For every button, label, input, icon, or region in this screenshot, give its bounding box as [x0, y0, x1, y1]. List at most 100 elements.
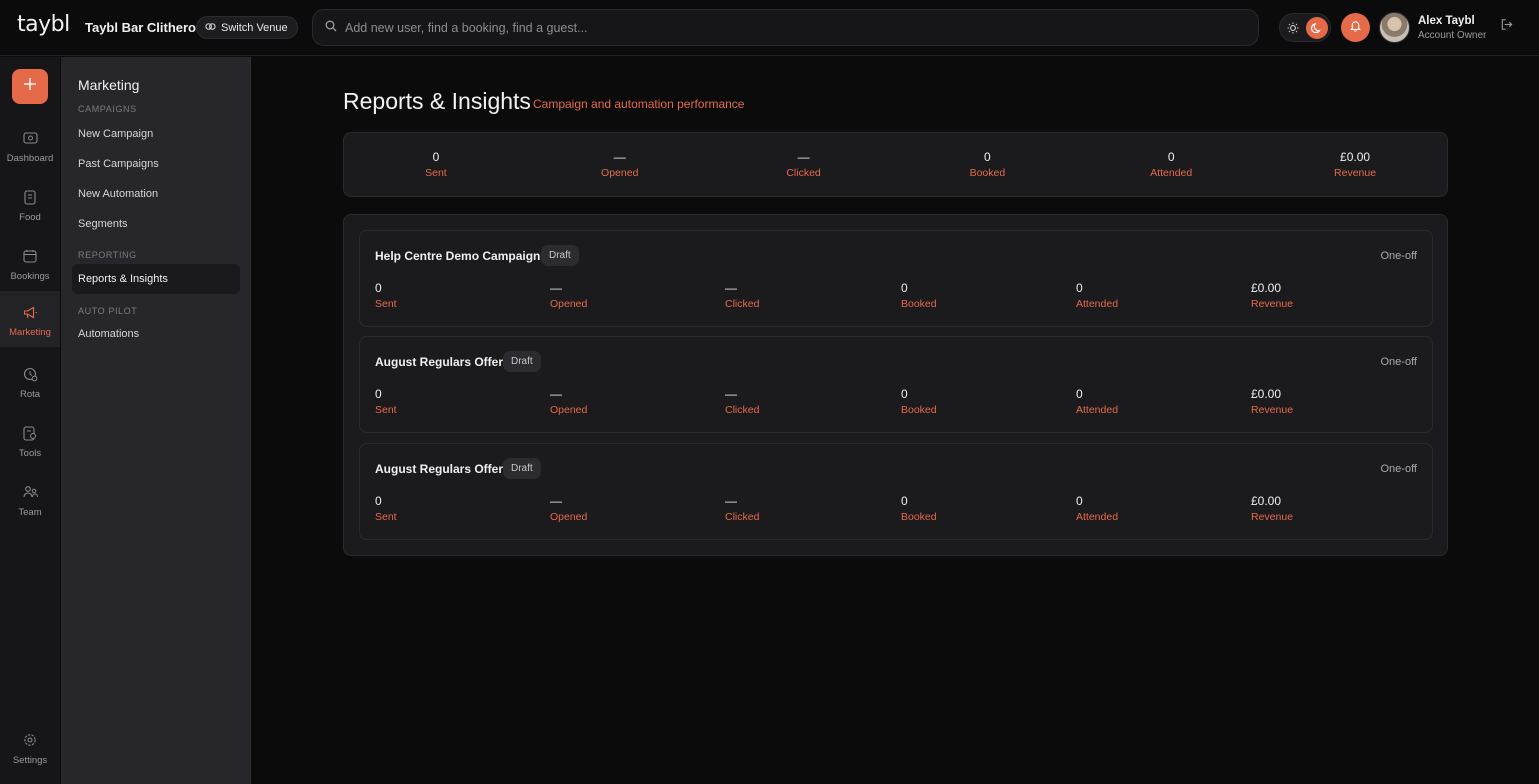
metric-booked: 0 Booked — [901, 281, 937, 310]
logout-button[interactable] — [1497, 18, 1515, 36]
status-badge: Draft — [503, 458, 541, 479]
metric-value: — — [550, 494, 562, 508]
avatar[interactable] — [1379, 12, 1410, 43]
theme-toggle[interactable] — [1279, 13, 1331, 42]
metric-opened: — Opened — [550, 494, 587, 523]
rail-item-tools[interactable]: Tools — [0, 416, 60, 472]
metric-value: £0.00 — [1251, 494, 1282, 508]
stat-label: Revenue — [1334, 167, 1377, 179]
rail-item-settings[interactable]: Settings — [0, 723, 60, 779]
metric-label: Revenue — [1251, 404, 1294, 416]
metric-label: Sent — [375, 298, 397, 310]
metric-value: 0 — [375, 387, 382, 401]
section-heading-campaigns: CAMPAIGNS — [78, 104, 137, 114]
stat-label: Booked — [969, 167, 1006, 179]
rail-item-food[interactable]: Food — [0, 180, 60, 236]
stat-value: — — [613, 150, 626, 164]
campaign-card[interactable]: August Regulars Offer Draft One-off 0 Sen… — [359, 443, 1433, 540]
switch-venue-label: Switch Venue — [221, 21, 288, 34]
metric-attended: 0 Attended — [1076, 387, 1118, 416]
sidebar-item-automations[interactable]: Automations — [78, 328, 139, 340]
metric-sent: 0 Sent — [375, 387, 397, 416]
marketing-sidebar: Marketing CAMPAIGNS New Campaign Past Ca… — [61, 57, 251, 784]
metric-value: 0 — [901, 281, 908, 295]
metric-value: 0 — [901, 494, 908, 508]
metric-clicked: — Clicked — [725, 494, 759, 523]
campaign-type: One-off — [1380, 463, 1418, 475]
summary-stat-clicked: — Clicked — [712, 133, 896, 196]
metric-label: Booked — [901, 404, 937, 416]
rail-item-bookings[interactable]: Bookings — [0, 239, 60, 295]
metric-label: Clicked — [725, 404, 760, 416]
rail-item-marketing[interactable]: Marketing — [0, 291, 60, 347]
create-button[interactable] — [12, 69, 48, 104]
metric-value: £0.00 — [1251, 281, 1282, 295]
summary-stat-booked: 0 Booked — [895, 133, 1079, 196]
sidebar-title: Marketing — [78, 77, 140, 93]
moon-icon[interactable] — [1306, 17, 1328, 39]
campaign-card[interactable]: August Regulars Offer Draft One-off 0 Sen… — [359, 336, 1433, 433]
switch-venue-button[interactable]: Switch Venue — [196, 16, 298, 39]
metric-value: £0.00 — [1251, 387, 1282, 401]
campaign-card[interactable]: Help Centre Demo Campaign Draft One-off … — [359, 230, 1433, 327]
campaign-type: One-off — [1380, 356, 1418, 368]
rail-item-dashboard[interactable]: Dashboard — [0, 121, 60, 177]
campaign-name: August Regulars Offer — [375, 355, 504, 369]
dashboard-icon — [21, 129, 39, 147]
search-input[interactable] — [345, 20, 1258, 35]
metric-label: Revenue — [1251, 511, 1294, 523]
rail-label: Food — [19, 212, 41, 223]
campaign-name: Help Centre Demo Campaign — [375, 249, 541, 263]
metric-value: — — [550, 281, 562, 295]
taybl-logo[interactable]: taybl — [17, 12, 70, 37]
metric-opened: — Opened — [550, 281, 587, 310]
summary-stat-attended: 0 Attended — [1079, 133, 1263, 196]
rota-icon — [21, 365, 39, 383]
top-bar: taybl Taybl Bar Clitheroe Switch Venue A… — [0, 0, 1539, 56]
search-icon — [325, 19, 337, 37]
user-name: Alex Taybl — [1418, 15, 1475, 27]
bell-icon — [1349, 19, 1362, 37]
metric-label: Opened — [550, 404, 588, 416]
switch-icon — [205, 21, 216, 35]
metric-attended: 0 Attended — [1076, 494, 1118, 523]
metric-clicked: — Clicked — [725, 281, 759, 310]
section-heading-reporting: REPORTING — [78, 250, 137, 260]
sidebar-item-segments[interactable]: Segments — [78, 218, 128, 230]
metric-sent: 0 Sent — [375, 494, 397, 523]
metric-label: Sent — [375, 404, 397, 416]
stat-value: 0 — [984, 150, 991, 164]
stat-label: Attended — [1150, 167, 1193, 179]
notifications-button[interactable] — [1341, 13, 1370, 42]
food-icon — [21, 188, 39, 206]
metric-label: Opened — [550, 298, 588, 310]
summary-stat-opened: — Opened — [528, 133, 712, 196]
status-badge: Draft — [503, 351, 541, 372]
sidebar-item-past-campaigns[interactable]: Past Campaigns — [78, 158, 159, 170]
metric-booked: 0 Booked — [901, 387, 937, 416]
sun-icon[interactable] — [1285, 20, 1301, 36]
rail-item-rota[interactable]: Rota — [0, 357, 60, 413]
sidebar-item-new-campaign[interactable]: New Campaign — [78, 128, 153, 140]
metric-revenue: £0.00 Revenue — [1251, 387, 1293, 416]
stat-label: Sent — [425, 167, 447, 179]
gear-icon — [21, 731, 39, 749]
campaign-list: Help Centre Demo Campaign Draft One-off … — [343, 214, 1448, 556]
icon-rail: Dashboard Food Bookings Marketing Rota T… — [0, 57, 60, 784]
stat-value: 0 — [432, 150, 440, 164]
global-search[interactable] — [312, 9, 1259, 46]
section-heading-autopilot: AUTO PILOT — [78, 306, 138, 316]
metric-label: Attended — [1076, 298, 1119, 310]
rail-label: Tools — [18, 448, 42, 459]
page-subtitle: Campaign and automation performance — [533, 97, 745, 111]
rail-label: Settings — [12, 755, 48, 766]
rail-label: Rota — [19, 389, 41, 400]
stat-label: Clicked — [786, 167, 821, 179]
sidebar-item-new-automation[interactable]: New Automation — [78, 188, 158, 200]
page-title: Reports & Insights — [343, 88, 531, 114]
sidebar-item-reports-insights[interactable]: Reports & Insights — [72, 264, 240, 294]
stat-value: 0 — [1167, 150, 1175, 164]
rail-item-team[interactable]: Team — [0, 475, 60, 531]
metric-revenue: £0.00 Revenue — [1251, 494, 1293, 523]
metric-label: Clicked — [725, 298, 760, 310]
